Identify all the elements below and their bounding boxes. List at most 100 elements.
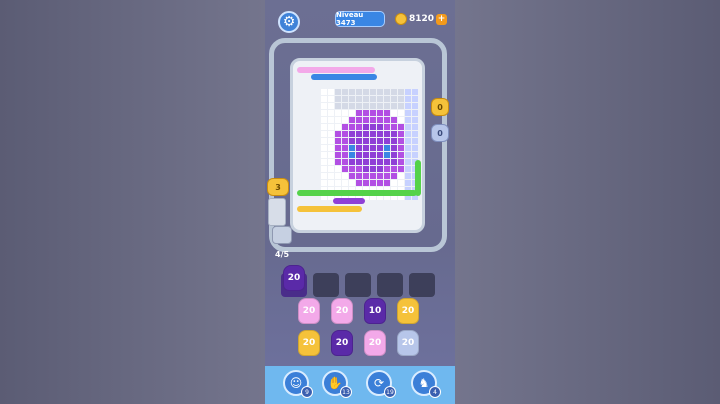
pixel [377,131,383,137]
pixel [356,117,362,123]
queue-character[interactable]: 20 [397,298,419,324]
pixel [349,103,355,109]
yellow-conveyor-bar [297,206,362,212]
pixel [370,173,376,179]
pixel [412,131,418,137]
pixel [391,166,397,172]
slot-2[interactable] [313,273,339,297]
slot-3[interactable] [345,273,371,297]
pixel [412,89,418,95]
slot-character[interactable]: 20 [283,265,305,291]
pixel [391,152,397,158]
pixel [384,152,390,158]
pixel [363,173,369,179]
pixel [398,117,404,123]
queue-character[interactable]: 20 [397,330,419,356]
pixel [398,152,404,158]
pixel [321,96,327,102]
pixel [335,96,341,102]
pixel [356,152,362,158]
pixel [370,117,376,123]
pixel [328,138,334,144]
pixel [370,89,376,95]
pixel [391,131,397,137]
pixel [349,124,355,130]
coin-count: 8120 [409,14,435,24]
pixel [328,145,334,151]
pixel [342,180,348,186]
pixel [412,103,418,109]
pixel [412,152,418,158]
pixel [363,131,369,137]
pixel [356,180,362,186]
pixel [412,124,418,130]
pixel [335,110,341,116]
pixel [321,173,327,179]
pixel [335,145,341,151]
purple-conveyor-bar [333,198,365,204]
queue-character[interactable]: 20 [364,330,386,356]
pixel [349,131,355,137]
side-character[interactable]: 3 [267,178,289,196]
pixel [412,145,418,151]
pixel [328,159,334,165]
pixel [363,89,369,95]
pixel [377,117,383,123]
slot-1[interactable]: 20 [281,265,307,297]
green-conveyor-vertical [415,160,421,196]
pixel [342,152,348,158]
pixel [321,145,327,151]
pixel [328,124,334,130]
pixel [342,89,348,95]
pixel [377,152,383,158]
pixel [384,103,390,109]
pixel [384,117,390,123]
pixel [384,173,390,179]
pixel [384,145,390,151]
pixel [370,110,376,116]
slot-4[interactable] [377,273,403,297]
add-coins-button[interactable]: + [436,13,448,25]
pixel [328,110,334,116]
queue-character[interactable]: 10 [364,298,386,324]
pixel [398,145,404,151]
queue-character[interactable]: 20 [298,330,320,356]
pixel [349,145,355,151]
pixel [356,159,362,165]
slot-5[interactable] [409,273,435,297]
pixel [356,173,362,179]
queue-character[interactable]: 20 [331,298,353,324]
pixel [321,103,327,109]
pixel [377,159,383,165]
settings-button[interactable]: ⚙ [278,11,300,33]
pixel [405,89,411,95]
level-label: Niveau 3473 [335,11,385,27]
pixel [391,110,397,116]
pixel [363,145,369,151]
pixel [377,138,383,144]
pixel [342,117,348,123]
pixel [349,89,355,95]
pixel [405,159,411,165]
pixel [405,138,411,144]
pixel [335,166,341,172]
pixel [321,89,327,95]
right-character-yellow[interactable]: 0 [431,98,449,116]
pixel [398,96,404,102]
pixel [398,89,404,95]
gear-icon: ⚙ [282,14,296,30]
pixel [377,103,383,109]
pixel [370,180,376,186]
pixel [370,131,376,137]
pixel [356,110,362,116]
pixel [356,89,362,95]
pixel [342,159,348,165]
pixel [349,110,355,116]
pixel [391,103,397,109]
right-character-blue[interactable]: 0 [431,124,449,142]
queue-character[interactable]: 20 [331,330,353,356]
tool-badge: 4 [429,386,441,398]
pixel [384,110,390,116]
blue-conveyor-bar [311,74,377,80]
queue-character[interactable]: 20 [298,298,320,324]
